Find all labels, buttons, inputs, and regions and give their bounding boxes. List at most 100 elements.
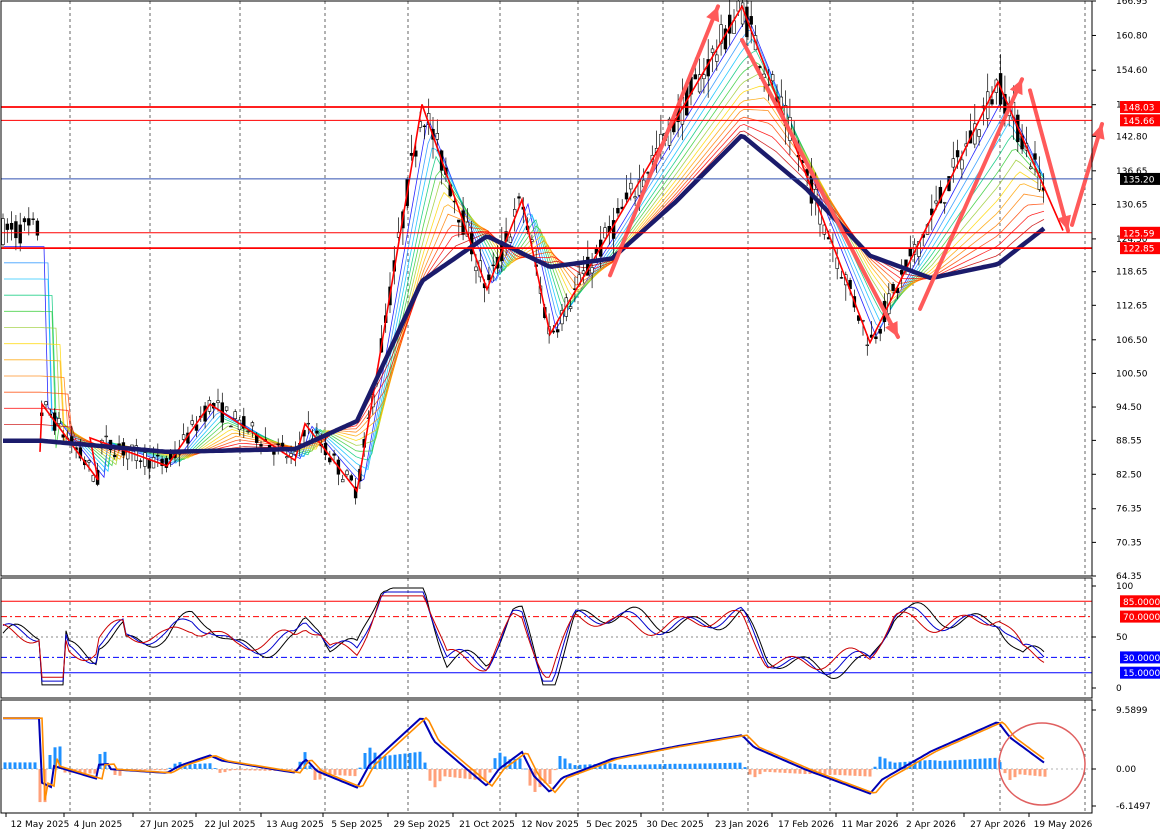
macd-histogram-bar <box>928 759 932 769</box>
macd-tick-label: 9.5899 <box>1116 706 1148 716</box>
macd-histogram-bar <box>1018 769 1022 775</box>
candle <box>749 0 753 44</box>
macd-histogram-bar <box>863 769 867 777</box>
macd-histogram-bar <box>888 761 892 769</box>
macd-histogram-bar <box>448 769 452 777</box>
time-tick-label: 22 Jul 2025 <box>205 820 256 830</box>
highlight-circle <box>998 722 1086 806</box>
macd-histogram-bar <box>233 769 237 771</box>
macd-histogram-bar <box>353 769 357 777</box>
candle <box>616 198 620 217</box>
macd-histogram-bar <box>623 765 627 769</box>
macd-histogram-bar <box>618 764 622 769</box>
price-tick-label: 64.35 <box>1116 572 1142 582</box>
macd-histogram-bar <box>738 762 742 769</box>
oscillator-level-tag: 30.0000 <box>1120 651 1160 664</box>
forecast-arrow <box>740 37 900 339</box>
time-tick-label: 30 Dec 2025 <box>646 820 704 830</box>
macd-histogram-bar <box>793 769 797 774</box>
macd-histogram-bar <box>493 758 497 769</box>
candle <box>727 0 732 46</box>
candle <box>930 194 934 231</box>
svg-text:122.85: 122.85 <box>1123 245 1155 255</box>
macd-histogram-bar <box>243 769 247 771</box>
macd-histogram-bar <box>768 769 772 773</box>
macd-histogram-bar <box>558 756 562 769</box>
macd-histogram-bar <box>218 769 222 773</box>
macd-histogram-bar <box>238 769 242 771</box>
macd-histogram-bar <box>728 762 732 769</box>
candle <box>1 213 5 249</box>
time-tick-label: 17 Feb 2026 <box>778 820 834 830</box>
macd-histogram-bar <box>458 769 462 779</box>
macd-histogram-bar <box>358 767 362 769</box>
macd-histogram-bar <box>338 769 342 776</box>
macd-histogram-bar <box>488 769 492 773</box>
candle <box>603 222 607 239</box>
candle <box>181 423 186 442</box>
macd-histogram-bar <box>683 763 687 769</box>
macd-histogram-bar <box>573 765 577 769</box>
macd-histogram-bar <box>1008 769 1012 780</box>
macd-histogram-bar <box>983 758 987 769</box>
macd-histogram-bar <box>403 753 407 769</box>
macd-histogram-bar <box>263 769 267 771</box>
ribbon-ma-line <box>4 116 1045 456</box>
macd-histogram-bar <box>423 762 427 769</box>
candle <box>138 458 143 469</box>
macd-histogram-bar <box>383 755 387 769</box>
time-tick-label: 12 Nov 2025 <box>521 820 579 830</box>
macd-histogram-bar <box>28 762 32 769</box>
macd-histogram-bar <box>553 769 557 771</box>
macd-histogram-bar <box>893 762 897 769</box>
oscillator-level-tag: 70.0000 <box>1120 610 1160 623</box>
macd-histogram-bar <box>988 758 992 769</box>
svg-text:30.0000: 30.0000 <box>1123 654 1160 664</box>
time-tick-label: 5 Dec 2025 <box>586 820 638 830</box>
price-tick-label: 94.50 <box>1116 403 1142 413</box>
svg-text:148.03: 148.03 <box>1123 104 1155 114</box>
time-tick-label: 27 Jun 2025 <box>140 820 194 830</box>
macd-histogram-bar <box>258 769 262 771</box>
macd-histogram-bar <box>433 769 437 788</box>
macd-histogram-bar <box>668 763 672 769</box>
candle <box>719 14 723 56</box>
oscillator-line <box>2 587 1045 686</box>
macd-histogram-bar <box>723 762 727 769</box>
macd-histogram-bar <box>693 763 697 769</box>
chart-canvas: 166.95160.80154.60148.45142.80136.65130.… <box>0 0 1160 830</box>
svg-text:70.0000: 70.0000 <box>1123 613 1160 623</box>
macd-histogram-bar <box>3 762 7 769</box>
macd-histogram-bar <box>963 759 967 769</box>
price-tick-label: 112.65 <box>1116 301 1148 311</box>
macd-histogram-bar <box>938 760 942 769</box>
svg-text:85.0000: 85.0000 <box>1123 598 1160 608</box>
macd-histogram-bar <box>578 764 582 769</box>
macd-histogram-bar <box>1003 769 1007 774</box>
macd-histogram-bar <box>858 769 862 777</box>
macd-histogram-bar <box>333 769 337 776</box>
candle <box>977 128 981 146</box>
time-tick-label: 5 Sep 2025 <box>331 820 382 830</box>
candle <box>740 0 745 28</box>
candle <box>942 201 947 214</box>
oscillator-tick-label: 50 <box>1116 633 1128 643</box>
macd-histogram-bar <box>788 769 792 774</box>
price-tag: 125.59 <box>1120 226 1160 239</box>
macd-histogram-bar <box>638 764 642 769</box>
macd-histogram-bar <box>773 769 777 773</box>
candle <box>237 416 242 436</box>
macd-histogram-bar <box>18 762 22 769</box>
macd-histogram-bar <box>708 763 712 769</box>
forecast-arrow <box>918 77 1024 311</box>
macd-histogram-bar <box>453 769 457 778</box>
macd-histogram-bar <box>703 763 707 769</box>
forecast-arrow <box>608 4 720 278</box>
candle <box>878 326 882 342</box>
macd-histogram-bar <box>883 758 887 769</box>
price-tag: 135.20 <box>1120 172 1160 185</box>
time-tick-label: 4 Jun 2025 <box>74 820 122 830</box>
macd-histogram-bar <box>613 763 617 769</box>
macd-histogram-bar <box>548 769 552 784</box>
time-tick-label: 12 May 2025 <box>11 820 70 830</box>
